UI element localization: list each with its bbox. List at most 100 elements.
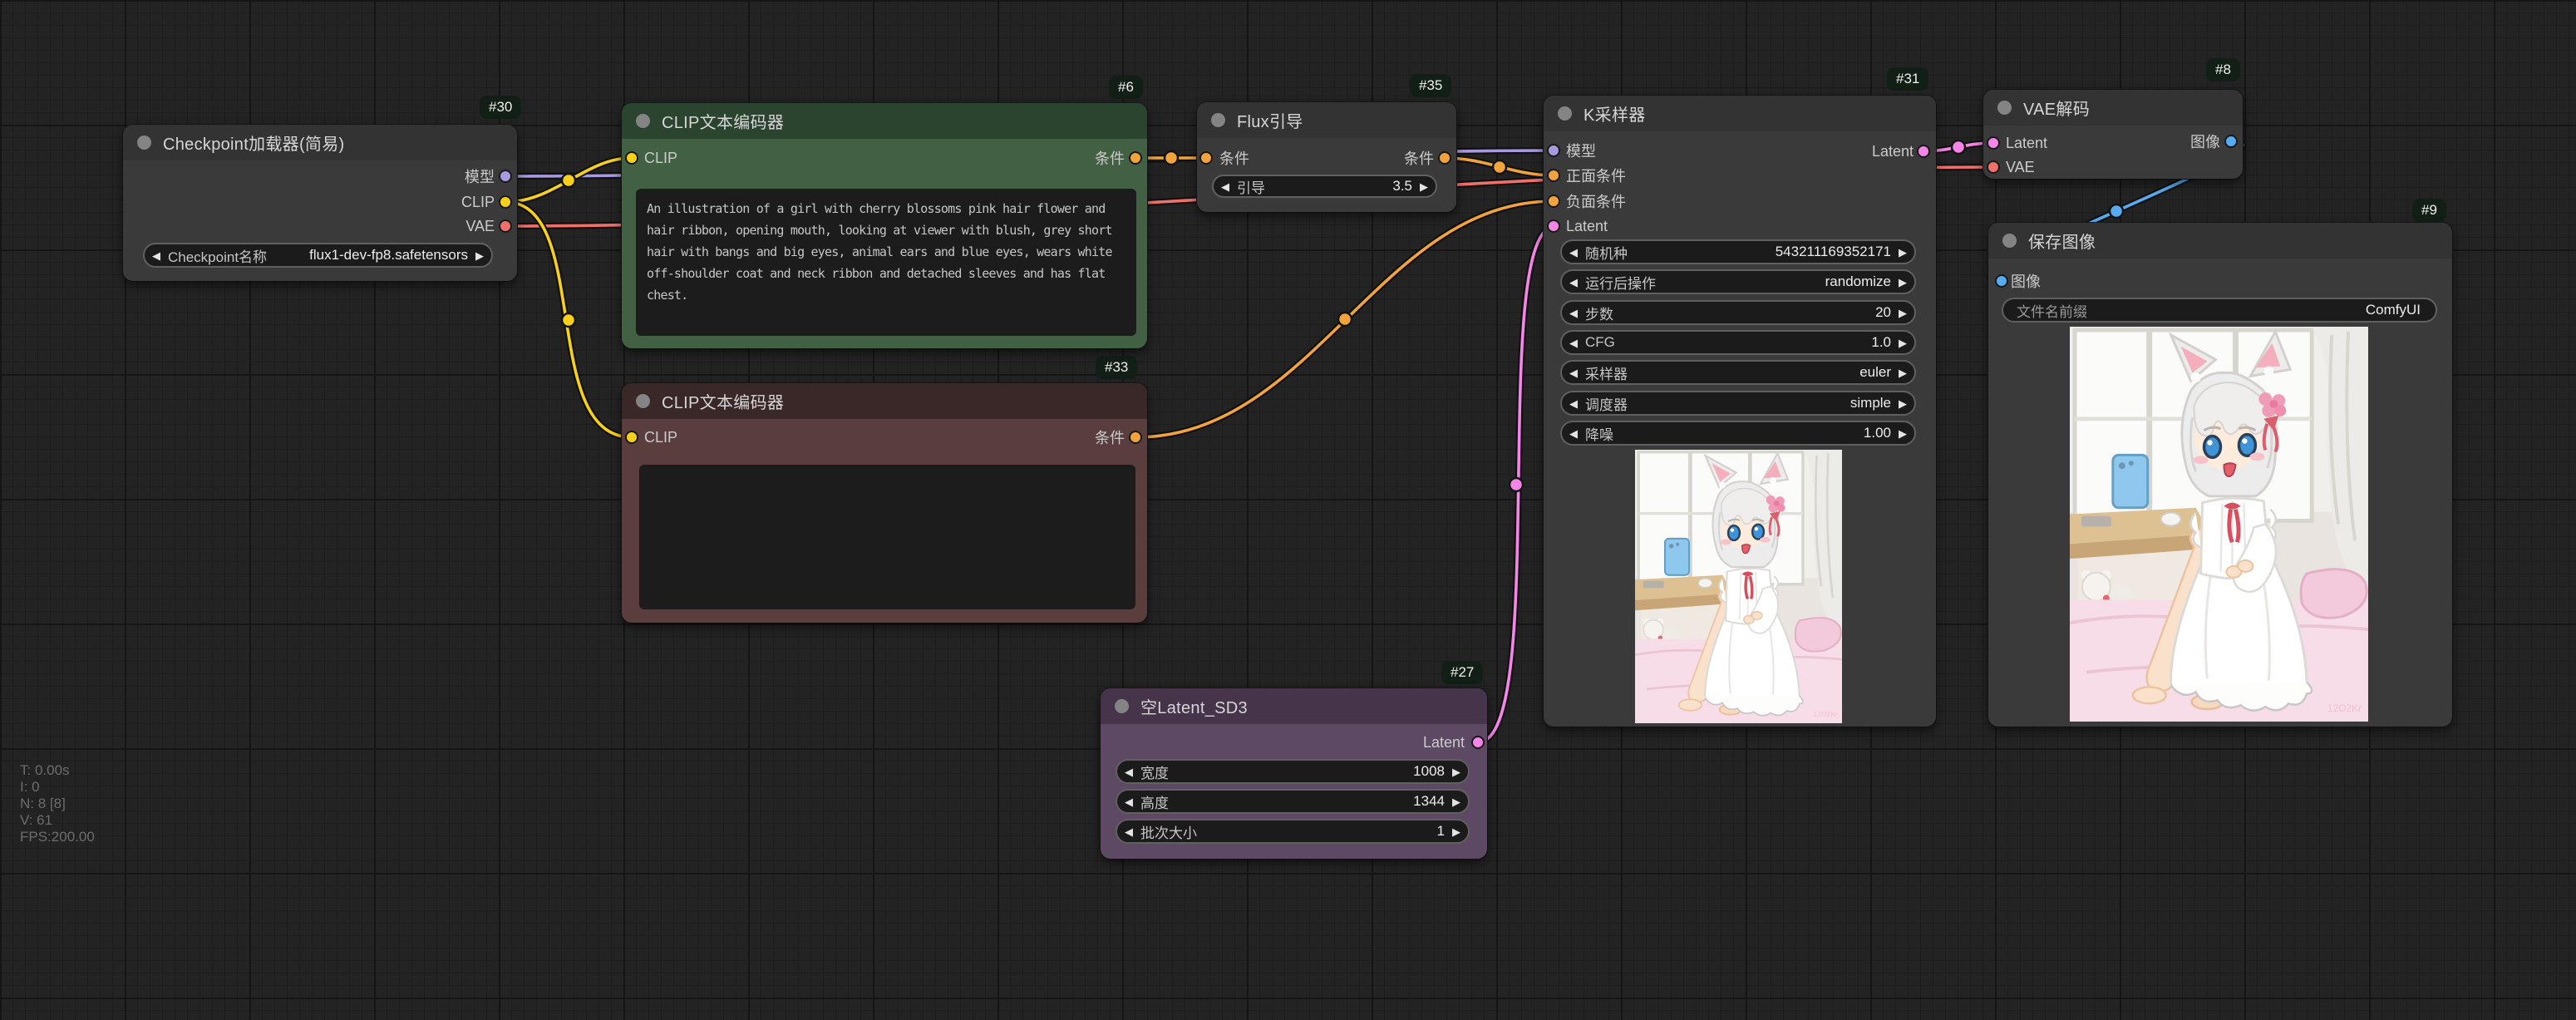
increment-arrow-icon[interactable]: ▶ <box>1420 181 1428 192</box>
node-status-dot-icon[interactable] <box>636 114 650 128</box>
port-conditioning-output[interactable] <box>1438 151 1451 165</box>
batch-size-widget[interactable]: ◀ 批次大小 1 ▶ <box>1116 819 1470 844</box>
node-vae-decode[interactable]: VAE解码 Latent VAE 图像 <box>1983 90 2243 179</box>
port-clip-output[interactable] <box>499 195 512 209</box>
widget-value: 1 <box>1437 823 1445 840</box>
decrement-arrow-icon[interactable]: ◀ <box>1125 826 1133 837</box>
output-label-image: 图像 <box>2190 129 2220 154</box>
increment-arrow-icon[interactable]: ▶ <box>1452 826 1460 837</box>
decrement-arrow-icon[interactable]: ◀ <box>1569 428 1578 439</box>
decrement-arrow-icon[interactable]: ◀ <box>1569 247 1578 258</box>
node-clip-text-encode-positive[interactable]: CLIP文本编码器 CLIP 条件 An illustration of a g… <box>622 103 1147 348</box>
filename-prefix-widget[interactable]: 文件名前缀 ComfyUI <box>2002 298 2437 323</box>
node-status-dot-icon[interactable] <box>1997 101 2012 115</box>
decrement-arrow-icon[interactable]: ◀ <box>152 250 160 261</box>
port-image-input[interactable] <box>1995 274 2008 288</box>
node-flux-guidance[interactable]: Flux引导 条件 条件 ◀ 引导 3.5 ▶ <box>1197 102 1456 212</box>
port-model-input[interactable] <box>1547 144 1560 157</box>
port-clip-input[interactable] <box>625 431 638 444</box>
widget-value: 1344 <box>1413 793 1445 810</box>
output-label-cond: 条件 <box>1095 425 1125 450</box>
increment-arrow-icon[interactable]: ▶ <box>1899 277 1907 288</box>
decrement-arrow-icon[interactable]: ◀ <box>1569 367 1578 378</box>
output-label-cond: 条件 <box>1404 145 1434 170</box>
wire-flux-to-positive <box>1445 158 1554 175</box>
node-title-bar[interactable]: 保存图像 <box>1988 223 2452 259</box>
node-title-bar[interactable]: K采样器 <box>1544 96 1936 131</box>
port-vae-input[interactable] <box>1987 160 2000 174</box>
port-latent-input[interactable] <box>1987 136 2000 150</box>
increment-arrow-icon[interactable]: ▶ <box>1899 367 1907 378</box>
control-after-generate-widget[interactable]: ◀ 运行后操作 randomize ▶ <box>1560 269 1916 294</box>
port-positive-input[interactable] <box>1547 169 1560 182</box>
decrement-arrow-icon[interactable]: ◀ <box>1569 398 1578 409</box>
steps-widget[interactable]: ◀ 步数 20 ▶ <box>1560 300 1916 325</box>
decrement-arrow-icon[interactable]: ◀ <box>1125 766 1133 777</box>
input-label-model: 模型 <box>1566 138 1596 163</box>
node-status-dot-icon[interactable] <box>1211 113 1225 127</box>
input-label-latent: Latent <box>2006 131 2047 155</box>
prompt-textarea[interactable] <box>639 465 1135 609</box>
decrement-arrow-icon[interactable]: ◀ <box>1221 181 1229 192</box>
seed-widget[interactable]: ◀ 随机种 543211169352171 ▶ <box>1560 239 1916 264</box>
node-badge-33: #33 <box>1096 356 1137 379</box>
node-status-dot-icon[interactable] <box>636 394 650 408</box>
port-conditioning-output[interactable] <box>1129 151 1142 165</box>
port-conditioning-output[interactable] <box>1129 431 1142 444</box>
graph-canvas[interactable]: 12O2Kr <box>0 0 2576 1020</box>
widget-label: 降噪 <box>1585 423 1613 444</box>
port-clip-input[interactable] <box>625 151 638 165</box>
prompt-textarea[interactable]: An illustration of a girl with cherry bl… <box>636 189 1136 336</box>
decrement-arrow-icon[interactable]: ◀ <box>1125 796 1133 807</box>
sampler-widget[interactable]: ◀ 采样器 euler ▶ <box>1560 360 1916 385</box>
increment-arrow-icon[interactable]: ▶ <box>1899 338 1907 348</box>
increment-arrow-icon[interactable]: ▶ <box>475 250 484 261</box>
widget-value: 543211169352171 <box>1776 244 1891 260</box>
port-latent-output[interactable] <box>1917 145 1930 158</box>
widget-value: euler <box>1859 364 1891 381</box>
node-ksampler[interactable]: K采样器 模型 正面条件 负面条件 Latent Latent ◀ 随机种 54… <box>1544 96 1936 727</box>
node-status-dot-icon[interactable] <box>1558 106 1572 121</box>
wire-clip-positive <box>505 158 632 202</box>
node-title-bar[interactable]: 空Latent_SD3 <box>1101 688 1487 724</box>
guidance-widget[interactable]: ◀ 引导 3.5 ▶ <box>1212 175 1437 198</box>
increment-arrow-icon[interactable]: ▶ <box>1899 398 1907 409</box>
node-title-bar[interactable]: CLIP文本编码器 <box>622 383 1147 419</box>
height-widget[interactable]: ◀ 高度 1344 ▶ <box>1116 789 1470 814</box>
increment-arrow-icon[interactable]: ▶ <box>1899 247 1907 258</box>
node-status-dot-icon[interactable] <box>137 136 151 150</box>
node-status-dot-icon[interactable] <box>1115 699 1129 713</box>
input-label-positive: 正面条件 <box>1566 163 1626 188</box>
scheduler-widget[interactable]: ◀ 调度器 simple ▶ <box>1560 391 1916 416</box>
node-status-dot-icon[interactable] <box>2002 234 2017 248</box>
port-conditioning-input[interactable] <box>1199 151 1213 165</box>
port-negative-input[interactable] <box>1547 195 1560 208</box>
widget-value: ComfyUI <box>2366 302 2421 318</box>
node-empty-latent-sd3[interactable]: 空Latent_SD3 Latent ◀ 宽度 1008 ▶ ◀ 高度 1344… <box>1101 688 1487 859</box>
decrement-arrow-icon[interactable]: ◀ <box>1569 338 1578 348</box>
node-title-bar[interactable]: Flux引导 <box>1197 102 1456 138</box>
increment-arrow-icon[interactable]: ▶ <box>1899 428 1907 439</box>
port-latent-input[interactable] <box>1547 219 1560 233</box>
checkpoint-name-widget[interactable]: ◀ Checkpoint名称 flux1-dev-fp8.safetensors… <box>143 243 493 268</box>
denoise-widget[interactable]: ◀ 降噪 1.00 ▶ <box>1560 421 1916 446</box>
port-model-output[interactable] <box>499 170 512 183</box>
node-title-bar[interactable]: CLIP文本编码器 <box>622 103 1147 139</box>
node-clip-text-encode-negative[interactable]: CLIP文本编码器 CLIP 条件 <box>622 383 1147 623</box>
width-widget[interactable]: ◀ 宽度 1008 ▶ <box>1116 759 1470 784</box>
cfg-widget[interactable]: ◀ CFG 1.0 ▶ <box>1560 330 1916 355</box>
decrement-arrow-icon[interactable]: ◀ <box>1569 277 1578 288</box>
port-vae-output[interactable] <box>499 219 512 233</box>
increment-arrow-icon[interactable]: ▶ <box>1899 308 1907 318</box>
decrement-arrow-icon[interactable]: ◀ <box>1569 308 1578 318</box>
node-title-bar[interactable]: Checkpoint加载器(简易) <box>123 125 517 160</box>
node-badge-31: #31 <box>1887 67 1928 91</box>
node-checkpoint-loader[interactable]: Checkpoint加载器(简易) 模型 CLIP VAE ◀ Checkpoi… <box>123 125 517 281</box>
port-latent-output[interactable] <box>1471 736 1485 749</box>
port-image-output[interactable] <box>2224 135 2238 148</box>
increment-arrow-icon[interactable]: ▶ <box>1452 766 1460 777</box>
increment-arrow-icon[interactable]: ▶ <box>1452 796 1460 807</box>
node-save-image[interactable]: 保存图像 图像 文件名前缀 ComfyUI <box>1988 223 2452 727</box>
node-title-bar[interactable]: VAE解码 <box>1983 90 2243 126</box>
node-title: 保存图像 <box>2028 229 2096 253</box>
